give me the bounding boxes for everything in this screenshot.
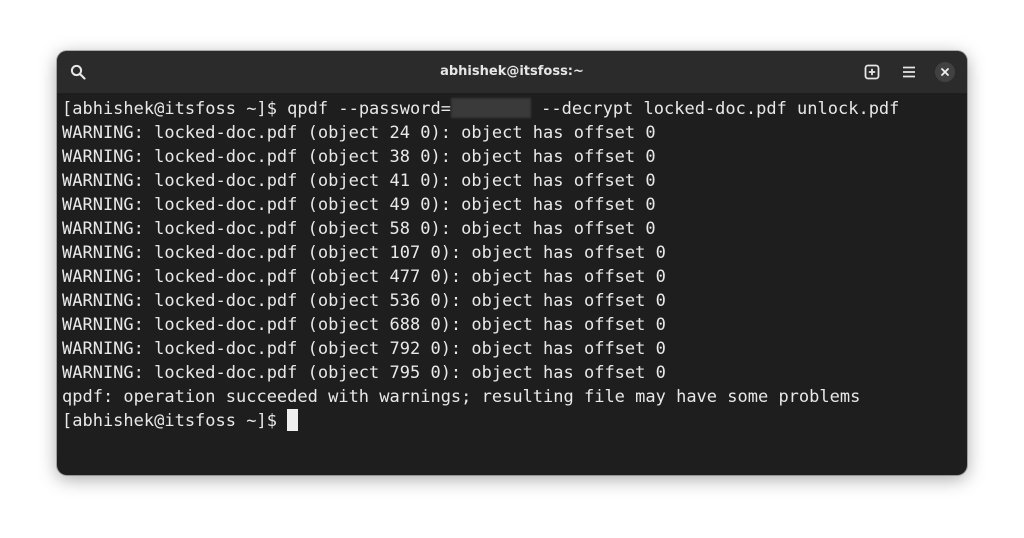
terminal-output[interactable]: [abhishek@itsfoss ~]$ qpdf --password= -… [57, 93, 967, 475]
output-line: WARNING: locked-doc.pdf (object 41 0): o… [62, 171, 656, 191]
output-line: WARNING: locked-doc.pdf (object 58 0): o… [62, 219, 656, 239]
window-title: abhishek@itsfoss:~ [440, 64, 584, 79]
output-line: WARNING: locked-doc.pdf (object 536 0): … [62, 291, 666, 311]
output-line: WARNING: locked-doc.pdf (object 38 0): o… [62, 147, 656, 167]
command-text-rest: --decrypt locked-doc.pdf unlock.pdf [530, 99, 900, 119]
output-line: qpdf: operation succeeded with warnings;… [62, 387, 861, 407]
final-prompt-line: [abhishek@itsfoss ~]$ [62, 409, 967, 433]
close-button[interactable] [935, 62, 955, 82]
new-tab-icon [864, 64, 880, 80]
text-cursor [287, 409, 299, 431]
output-line: WARNING: locked-doc.pdf (object 477 0): … [62, 267, 666, 287]
new-tab-button[interactable] [861, 61, 883, 83]
menu-button[interactable] [898, 61, 920, 83]
shell-prompt: [abhishek@itsfoss ~]$ [62, 411, 288, 431]
terminal-window: abhishek@itsfoss:~ [abhishek@itsfoss ~]$… [57, 51, 967, 475]
title-bar[interactable]: abhishek@itsfoss:~ [57, 51, 967, 93]
redacted-password [450, 98, 531, 118]
output-line: WARNING: locked-doc.pdf (object 24 0): o… [62, 123, 656, 143]
hamburger-menu-icon [903, 66, 915, 78]
output-line: WARNING: locked-doc.pdf (object 792 0): … [62, 339, 666, 359]
command-text: qpdf --password= [287, 99, 451, 119]
shell-prompt: [abhishek@itsfoss ~]$ [62, 99, 288, 119]
close-icon [941, 68, 949, 76]
command-line: [abhishek@itsfoss ~]$ qpdf --password= -… [62, 97, 967, 121]
output-line: WARNING: locked-doc.pdf (object 795 0): … [62, 363, 666, 383]
output-line: WARNING: locked-doc.pdf (object 107 0): … [62, 243, 666, 263]
output-line: WARNING: locked-doc.pdf (object 49 0): o… [62, 195, 656, 215]
output-line: WARNING: locked-doc.pdf (object 688 0): … [62, 315, 666, 335]
